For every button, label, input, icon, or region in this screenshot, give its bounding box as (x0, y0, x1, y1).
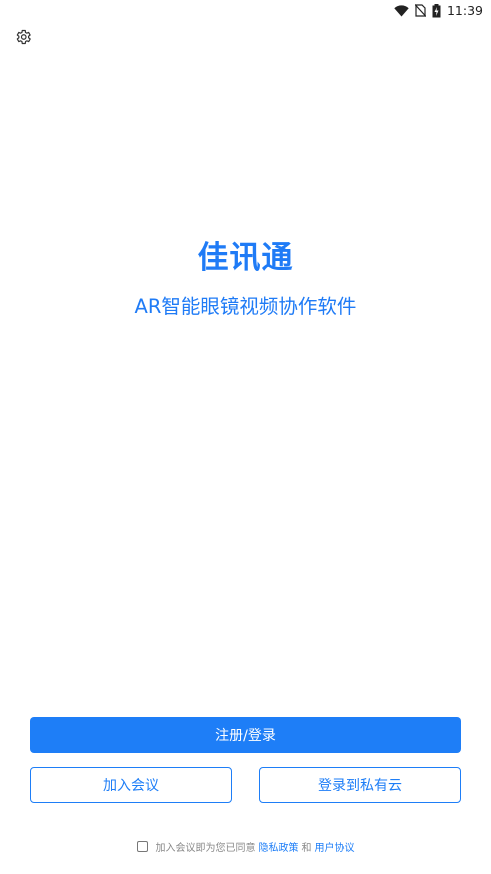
agreement-text: 加入会议即为您已同意 (155, 843, 256, 854)
login-private-cloud-button[interactable]: 登录到私有云 (259, 767, 461, 803)
status-bar: 11:39 (0, 0, 491, 22)
agreement-row: 加入会议即为您已同意 隐私政策 和 用户协议 (0, 839, 491, 854)
gear-icon[interactable] (14, 28, 32, 46)
agreement-checkbox[interactable] (136, 841, 148, 852)
app-subtitle: AR智能眼镜视频协作软件 (134, 295, 357, 318)
agreement-and-text: 和 (301, 843, 312, 854)
privacy-policy-link[interactable]: 隐私政策 (259, 839, 299, 854)
register-login-button[interactable]: 注册/登录 (30, 717, 461, 753)
join-meeting-button[interactable]: 加入会议 (30, 767, 232, 803)
status-icons: 11:39 (394, 3, 483, 18)
status-time: 11:39 (446, 3, 483, 18)
user-agreement-link[interactable]: 用户协议 (315, 839, 355, 854)
battery-charging-icon (432, 3, 441, 18)
wifi-icon (394, 4, 409, 17)
app-title: 佳讯通 (197, 240, 294, 276)
no-sim-icon (414, 4, 426, 17)
